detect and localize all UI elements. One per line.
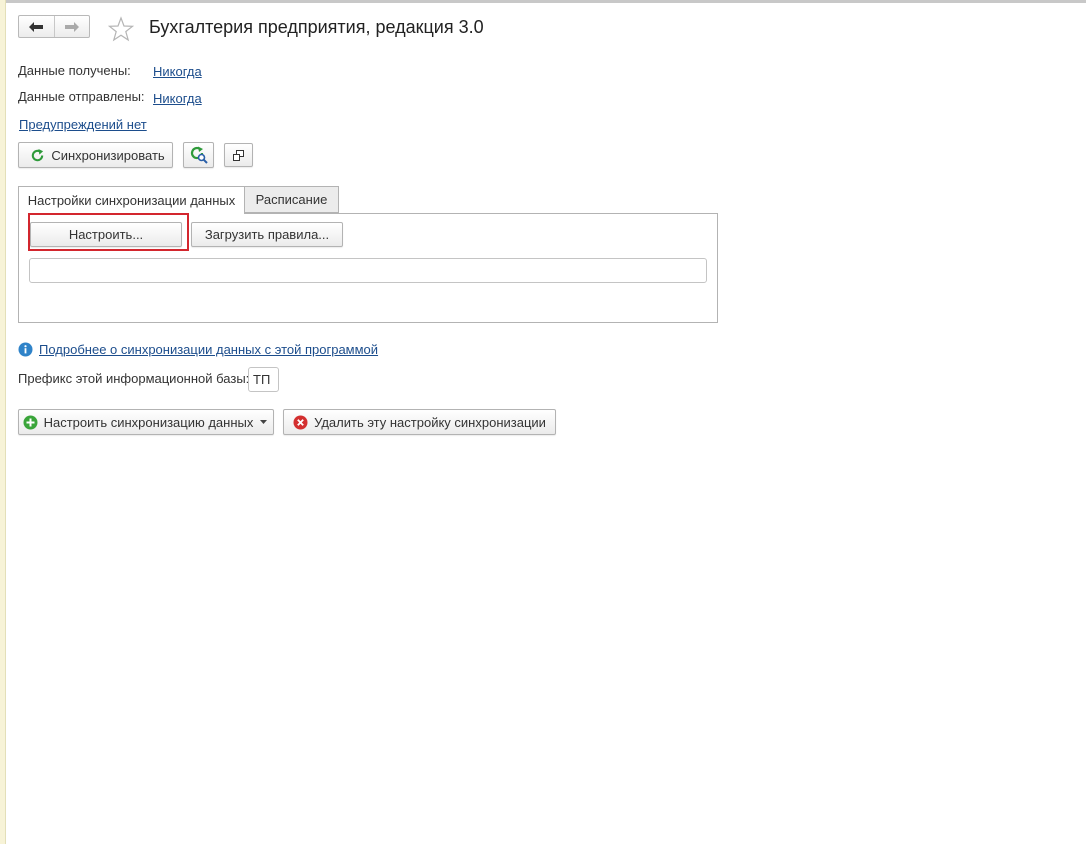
tab-sync-settings[interactable]: Настройки синхронизации данных	[18, 186, 245, 214]
more-about-sync-link[interactable]: Подробнее о синхронизации данных с этой …	[39, 342, 378, 357]
window-left-border	[0, 0, 6, 844]
info-icon	[18, 342, 33, 357]
arrow-right-icon	[64, 21, 79, 32]
synchronize-label: Синхронизировать	[51, 147, 165, 163]
nav-buttons	[18, 15, 90, 38]
configure-button[interactable]: Настроить...	[30, 222, 182, 247]
arrow-left-icon	[29, 21, 44, 32]
refresh-green-icon	[30, 148, 45, 163]
synchronize-button[interactable]: Синхронизировать	[18, 142, 173, 168]
chevron-down-icon	[260, 420, 268, 424]
setup-sync-label: Настроить синхронизацию данных	[43, 414, 254, 430]
delete-sync-button[interactable]: Удалить эту настройку синхронизации	[283, 409, 556, 435]
page-title: Бухгалтерия предприятия, редакция 3.0	[149, 17, 484, 37]
settings-info-field[interactable]	[29, 258, 707, 283]
data-received-link[interactable]: Никогда	[153, 64, 202, 79]
load-rules-label: Загрузить правила...	[204, 227, 330, 242]
refresh-magnifier-icon	[190, 146, 208, 164]
tab-schedule-label: Расписание	[255, 192, 328, 207]
tab-schedule[interactable]: Расписание	[244, 186, 339, 213]
delete-red-icon	[293, 415, 308, 430]
delete-sync-label: Удалить эту настройку синхронизации	[314, 414, 546, 430]
configure-label: Настроить...	[68, 227, 144, 242]
open-window-button[interactable]	[224, 143, 253, 167]
window-top-border	[0, 0, 1086, 3]
load-rules-button[interactable]: Загрузить правила...	[191, 222, 343, 247]
star-icon[interactable]	[108, 16, 134, 42]
data-sent-link[interactable]: Никогда	[153, 91, 202, 106]
sync-check-button[interactable]	[183, 142, 214, 168]
data-sent-label: Данные отправлены:	[18, 89, 145, 104]
data-received-label: Данные получены:	[18, 63, 131, 78]
forward-button[interactable]	[53, 16, 90, 37]
plus-green-icon	[23, 415, 38, 430]
open-in-window-icon	[233, 149, 244, 161]
tab-sync-settings-label: Настройки синхронизации данных	[27, 193, 236, 208]
prefix-label: Префикс этой информационной базы:	[18, 371, 250, 386]
prefix-input[interactable]	[248, 367, 279, 392]
warnings-link[interactable]: Предупреждений нет	[19, 117, 147, 132]
back-button[interactable]	[19, 16, 54, 37]
setup-sync-button[interactable]: Настроить синхронизацию данных	[18, 409, 274, 435]
